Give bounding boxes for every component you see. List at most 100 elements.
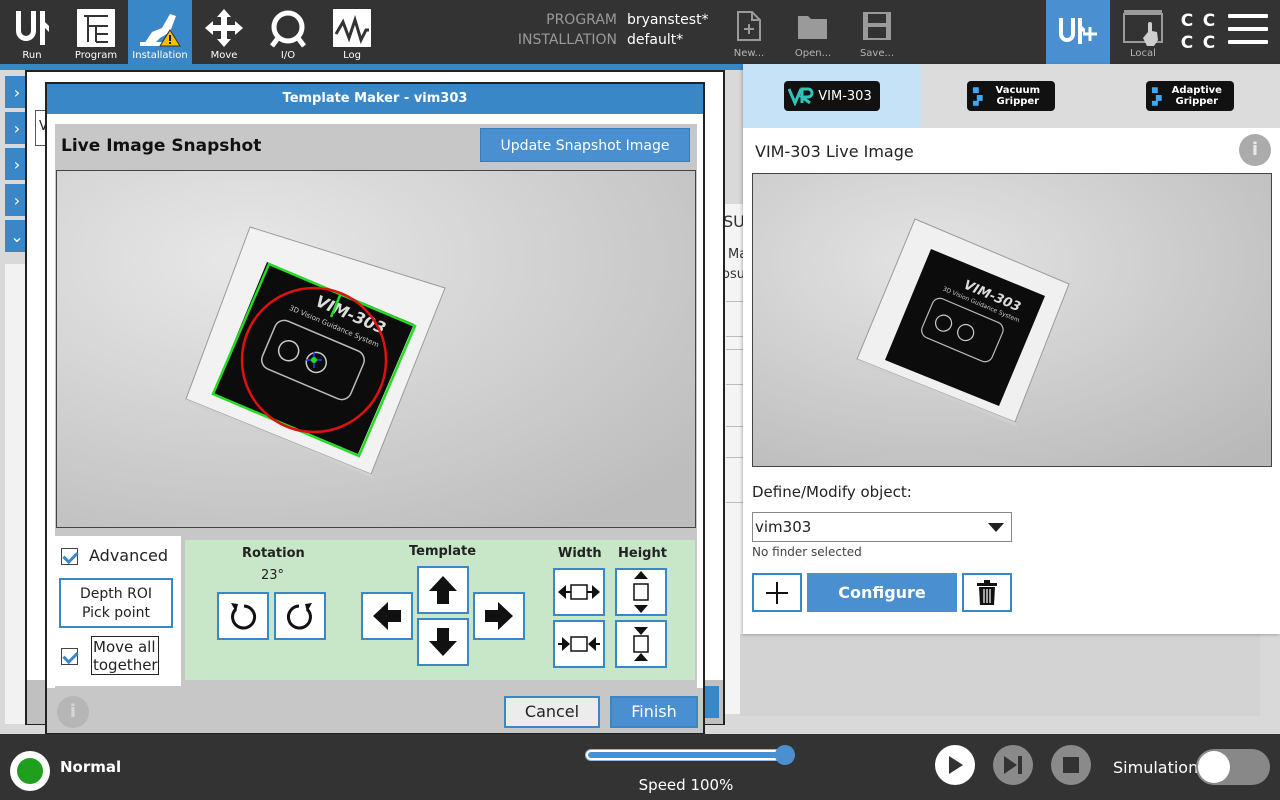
installation-warning-icon — [138, 8, 182, 48]
move-all-checkbox[interactable] — [61, 648, 78, 665]
move-up-button[interactable] — [417, 566, 469, 614]
program-key-label: PROGRAM — [546, 12, 617, 28]
background-text: osu — [722, 267, 745, 282]
snapshot-title: Live Image Snapshot — [61, 136, 262, 156]
width-decrease-button[interactable] — [553, 620, 605, 668]
delete-object-button[interactable] — [962, 573, 1012, 612]
controller-status: C C C C — [1176, 10, 1220, 54]
tab-adaptive-gripper-label: Adaptive Gripper — [1171, 85, 1222, 107]
hamburger-menu-icon[interactable] — [1228, 14, 1268, 50]
finish-button[interactable]: Finish — [610, 696, 698, 728]
chevron-down-icon — [988, 523, 1004, 532]
define-object-label: Define/Modify object: — [752, 483, 912, 501]
open-file-button[interactable]: Open... — [783, 0, 843, 64]
move-left-button[interactable] — [361, 592, 413, 640]
dialog-title: Template Maker - vim303 — [47, 84, 703, 114]
step-button[interactable] — [993, 745, 1033, 785]
save-file-label: Save... — [859, 48, 895, 59]
footer-bar: Normal Speed 100% Simulation — [0, 734, 1280, 800]
local-mode-button[interactable]: Local — [1114, 0, 1172, 64]
tab-vacuum-gripper[interactable]: Vacuum Gripper — [922, 64, 1100, 128]
height-decrease-button[interactable] — [615, 620, 667, 668]
finder-status: No finder selected — [752, 545, 862, 559]
object-select-value: vim303 — [755, 518, 812, 536]
move-down-button[interactable] — [417, 618, 469, 666]
log-pulse-icon — [330, 8, 374, 48]
move-all-label: Move all together — [91, 636, 159, 675]
speed-slider-handle[interactable] — [775, 745, 795, 765]
robot-status-indicator[interactable] — [10, 751, 50, 791]
nav-move-button[interactable]: Move — [192, 0, 256, 64]
tab-vim303-label: VIM-303 — [818, 88, 872, 104]
info-icon[interactable]: i — [57, 696, 89, 728]
object-select[interactable]: vim303 — [752, 512, 1012, 542]
parent-dialog-button[interactable] — [703, 686, 719, 718]
urcaps-button[interactable] — [1046, 0, 1110, 64]
rotate-ccw-button[interactable] — [217, 592, 269, 640]
cc-indicator: C — [1202, 33, 1216, 53]
width-increase-button[interactable] — [553, 568, 605, 616]
trash-icon — [977, 579, 997, 605]
template-header: Template — [409, 544, 477, 559]
width-header: Width — [558, 546, 602, 561]
nav-io-button[interactable]: I/O — [256, 0, 320, 64]
info-icon[interactable]: i — [1239, 134, 1271, 166]
arrow-left-icon — [373, 602, 401, 630]
simulation-toggle-knob — [1198, 751, 1230, 783]
dialog-body: Live Image Snapshot Update Snapshot Imag… — [55, 124, 697, 688]
rotation-header: Rotation — [242, 546, 305, 561]
vim303-live-image: VIM-303 3D Vision Guidance System — [752, 173, 1272, 467]
urcap-tabs: VIM-303 Vacuum Gripper Adaptive Gripper — [743, 64, 1280, 128]
height-expand-icon — [633, 571, 649, 613]
width-expand-icon — [558, 584, 600, 600]
configure-button[interactable]: Configure — [807, 573, 957, 612]
nav-program-label: Program — [74, 50, 118, 61]
play-button[interactable] — [935, 745, 975, 785]
cc-indicator: C — [1202, 11, 1216, 31]
gripper-logo-icon — [972, 87, 983, 106]
stop-button[interactable] — [1051, 745, 1091, 785]
cancel-button[interactable]: Cancel — [504, 696, 600, 728]
vr-logo-icon — [788, 87, 814, 106]
nav-installation-button[interactable]: Installation — [128, 0, 192, 64]
nav-io-label: I/O — [280, 50, 296, 61]
arrow-down-icon — [429, 628, 457, 656]
background-text: SU — [723, 212, 745, 231]
step-icon — [1004, 756, 1022, 774]
vim303-side-panel: VIM-303 Vacuum Gripper Adaptive Gripper … — [743, 64, 1280, 634]
depth-roi-pick-point-button[interactable]: Depth ROI Pick point — [59, 578, 173, 628]
nav-run-label: Run — [22, 50, 42, 61]
nav-move-label: Move — [210, 50, 238, 61]
tab-vim303[interactable]: VIM-303 — [743, 64, 921, 128]
simulation-toggle[interactable] — [1196, 749, 1270, 785]
nav-installation-label: Installation — [132, 50, 188, 61]
tree-content — [5, 264, 25, 724]
advanced-checkbox[interactable] — [61, 548, 78, 565]
installation-name: default* — [627, 32, 684, 48]
move-right-button[interactable] — [473, 592, 525, 640]
speed-slider-fill — [588, 752, 788, 758]
arrow-right-icon — [485, 602, 513, 630]
play-icon — [949, 756, 963, 774]
live-image-snapshot[interactable]: VIM-303 3D Vision Guidance System — [56, 170, 696, 528]
nav-log-button[interactable]: Log — [320, 0, 384, 64]
io-icon — [266, 8, 310, 48]
local-pendant-icon — [1123, 10, 1163, 46]
advanced-options: Advanced Depth ROI Pick point Move all t… — [55, 536, 181, 686]
rotate-ccw-icon — [231, 603, 257, 630]
save-file-button[interactable]: Save... — [847, 0, 907, 64]
speed-slider[interactable] — [585, 749, 791, 761]
open-file-label: Open... — [794, 48, 832, 59]
vacuum-gripper-logo: Vacuum Gripper — [967, 81, 1055, 111]
add-object-button[interactable] — [752, 573, 802, 612]
update-snapshot-button[interactable]: Update Snapshot Image — [480, 128, 690, 162]
new-file-label: New... — [733, 48, 765, 59]
template-maker-dialog: Template Maker - vim303 Live Image Snaps… — [45, 82, 705, 735]
rotate-cw-button[interactable] — [274, 592, 326, 640]
cc-indicator: C — [1180, 33, 1194, 53]
height-increase-button[interactable] — [615, 568, 667, 616]
new-file-button[interactable]: New... — [719, 0, 779, 64]
tab-adaptive-gripper[interactable]: Adaptive Gripper — [1101, 64, 1279, 128]
nav-program-button[interactable]: Program — [64, 0, 128, 64]
nav-run-button[interactable]: Run — [0, 0, 64, 64]
